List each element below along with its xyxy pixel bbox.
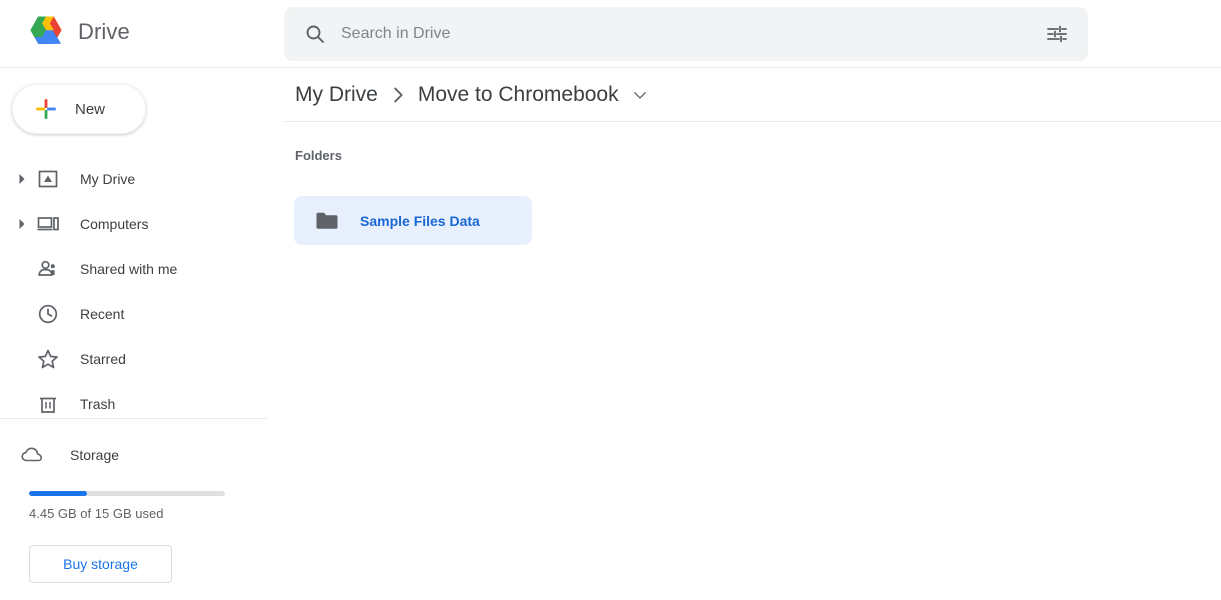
folder-icon: [316, 212, 338, 229]
my-drive-icon: [38, 170, 58, 187]
sidebar-item-label: Starred: [80, 350, 126, 367]
computers-icon: [37, 216, 59, 230]
sidebar-divider: [0, 418, 267, 419]
new-button[interactable]: New: [12, 84, 146, 134]
storage-progress-fill: [29, 491, 88, 496]
breadcrumb-root[interactable]: My Drive: [295, 83, 378, 107]
sidebar-item-label: Recent: [80, 305, 125, 322]
folders-section-label: Folders: [295, 148, 342, 163]
shared-with-me-icon: [38, 260, 55, 276]
storage-label: Storage: [70, 447, 120, 463]
search-icon: [306, 25, 324, 43]
brand: Drive: [24, 12, 130, 52]
breadcrumb: My Drive Move to Chromebook: [284, 68, 1221, 122]
sidebar-item-trash[interactable]: Trash: [0, 381, 284, 426]
chevron-right-icon: [394, 87, 403, 102]
plus-icon: [36, 99, 56, 119]
sidebar-item-starred[interactable]: Starred: [0, 336, 284, 381]
chevron-down-icon[interactable]: [631, 86, 649, 104]
sidebar: New My Drive Computers Shared with me Re…: [0, 68, 284, 600]
sidebar-item-my-drive[interactable]: My Drive: [0, 156, 284, 201]
search-bar[interactable]: [284, 7, 1088, 61]
folder-name: Sample Files Data: [360, 212, 480, 229]
sidebar-item-label: My Drive: [80, 170, 136, 187]
storage-progress-track: [29, 491, 225, 496]
tune-filter-icon[interactable]: [1045, 22, 1069, 46]
brand-name: Drive: [78, 19, 130, 44]
sidebar-item-shared-with-me[interactable]: Shared with me: [0, 246, 284, 291]
sidebar-item-recent[interactable]: Recent: [0, 291, 284, 336]
star-icon: [38, 349, 58, 368]
sidebar-item-label: Computers: [80, 215, 149, 232]
expand-arrow-icon[interactable]: [14, 216, 30, 232]
sidebar-item-label: Shared with me: [80, 260, 178, 277]
folder-card[interactable]: Sample Files Data: [294, 196, 532, 245]
storage-used-text: 4.45 GB of 15 GB used: [29, 506, 164, 521]
app-header: Drive: [0, 0, 1221, 68]
storage-section: Storage 4.45 GB of 15 GB used Buy storag…: [0, 440, 284, 583]
new-button-label: New: [75, 100, 106, 118]
buy-storage-button[interactable]: Buy storage: [29, 545, 172, 583]
sidebar-nav: My Drive Computers Shared with me Recent…: [0, 156, 284, 426]
drive-logo-icon: [30, 16, 62, 44]
sidebar-item-computers[interactable]: Computers: [0, 201, 284, 246]
breadcrumb-current[interactable]: Move to Chromebook: [418, 83, 619, 107]
search-input[interactable]: [341, 25, 1045, 43]
clock-icon: [38, 304, 58, 323]
sidebar-item-label: Trash: [80, 395, 116, 412]
storage-header[interactable]: Storage: [0, 440, 284, 470]
cloud-icon: [21, 447, 42, 462]
trash-icon: [40, 397, 56, 413]
main-content: My Drive Move to Chromebook Folders Samp…: [284, 68, 1221, 600]
expand-arrow-icon[interactable]: [14, 171, 30, 187]
